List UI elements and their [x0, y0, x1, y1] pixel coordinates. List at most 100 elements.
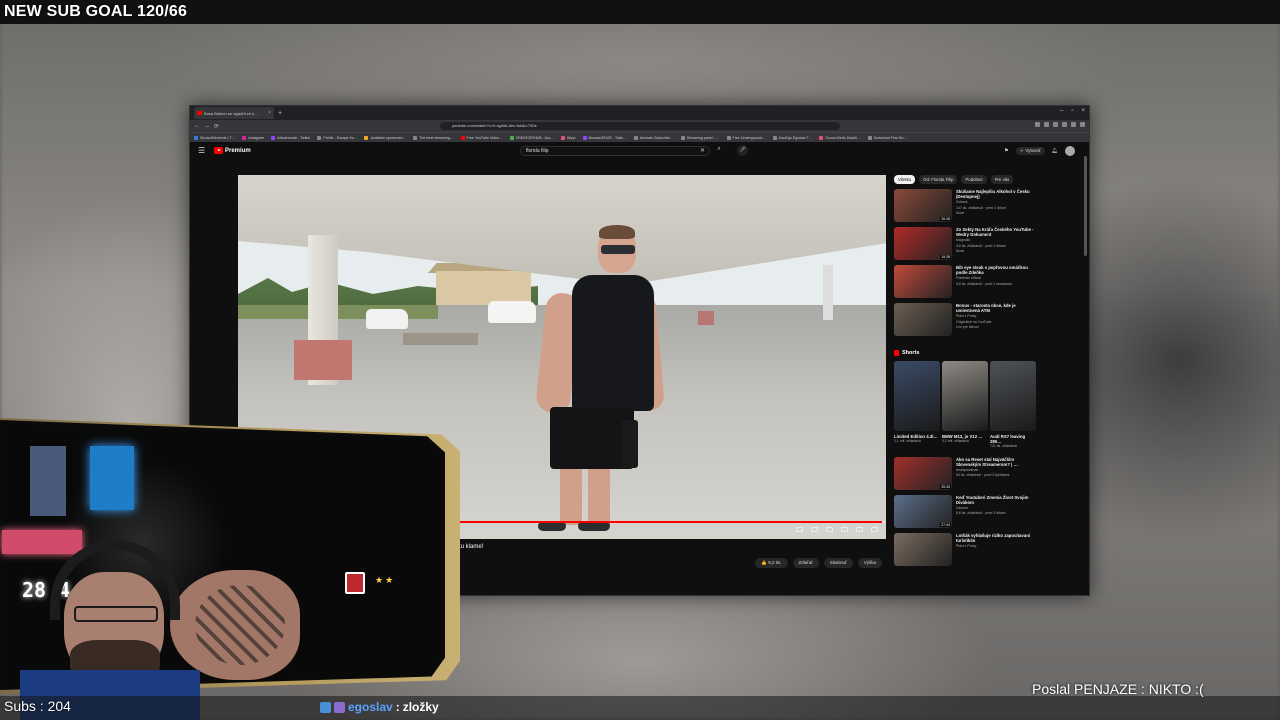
bookmark-item[interactable]: Animate Subscribe… — [634, 136, 674, 140]
subtitles-icon[interactable] — [811, 527, 818, 532]
video-thumbnail[interactable]: 26:28 — [894, 189, 952, 222]
notifications-bell-icon[interactable]: 🔔︎ — [1052, 148, 1058, 154]
minimize-button[interactable]: – — [1060, 108, 1063, 114]
url-input[interactable]: youtube.com/watch?v=0-sgliIAL&ts=tsk&t=7… — [440, 122, 840, 130]
streamer-glasses — [74, 606, 158, 622]
bookmark-item[interactable]: Sound Alerts Dashb… — [819, 136, 860, 140]
youtube-logo[interactable]: Premium — [214, 147, 251, 154]
bookmark-item[interactable]: Download Free Bo… — [868, 136, 907, 140]
microphone-icon[interactable]: 🎤︎ — [737, 145, 748, 156]
video-thumbnail[interactable]: 19:28 — [894, 227, 952, 260]
tab-close-icon[interactable]: × — [268, 110, 271, 116]
recommendation-item[interactable]: 27:44 Keď Youtuberi Zmenia Život Svojim D… — [894, 494, 1044, 528]
recommendation-title[interactable]: Ako sa Reset stal Najväčším Slovenským S… — [956, 457, 1036, 467]
account-avatar[interactable] — [1065, 146, 1075, 156]
recommendation-title[interactable]: Bib eye steak s pepřovou omáčkou podle Z… — [956, 265, 1036, 275]
bookmark-item[interactable]: Profile - Escape fro… — [317, 136, 357, 140]
recommendation-item[interactable]: Bonus - starosta obce, kde je umiestnená… — [894, 303, 1044, 336]
page-scrollbar[interactable] — [1084, 156, 1087, 256]
channel-name[interactable]: Magnolik — [956, 238, 1036, 243]
channel-name[interactable]: resetprovenan — [956, 468, 1036, 473]
video-progress-bar[interactable] — [448, 521, 886, 523]
bookmark-item[interactable]: Bánp — [561, 136, 575, 140]
autoplay-toggle-icon[interactable] — [796, 527, 803, 532]
bookmark-item[interactable]: Available sponsorsh… — [364, 136, 406, 140]
video-frame-bench — [403, 333, 478, 345]
filter-chip[interactable]: Od: Florida Filip — [919, 175, 958, 184]
video-action-button[interactable]: Výška — [857, 558, 882, 568]
view-stats: 3,6 tis. zhliadnutí · pred 3 dňami — [956, 243, 1006, 248]
recommendation-title[interactable]: Skúšame Najlepšiu Alkohol v Česku (Destu… — [956, 189, 1036, 199]
bookmark-item[interactable]: BrowserEDGE - Twitc… — [583, 136, 627, 140]
extension-icon[interactable] — [1071, 122, 1076, 127]
channel-name[interactable]: Plácl z Prahy — [956, 544, 1036, 549]
filter-chip[interactable]: Všetko — [894, 175, 916, 184]
short-title[interactable]: Audi RS7 leaving 280… — [990, 434, 1036, 444]
recommendation-item[interactable]: 26:28 Skúšame Najlepšiu Alkohol v Česku (… — [894, 189, 1044, 222]
subs-counter: Subs : 204 — [4, 698, 71, 714]
search-icon[interactable]: ⌕ — [713, 146, 725, 156]
video-thumbnail[interactable]: 25:43 — [894, 456, 952, 490]
extension-icon[interactable] — [1053, 122, 1058, 127]
filter-chip[interactable]: Pre vás — [990, 175, 1014, 184]
bookmark-item[interactable]: Free Underground… — [727, 136, 766, 140]
filter-chip[interactable]: Podobné — [961, 175, 987, 184]
channel-name[interactable]: Pobierán official — [956, 276, 1036, 281]
cast-icon[interactable]: ⚑ — [1004, 148, 1008, 154]
settings-icon[interactable] — [826, 527, 833, 532]
bookmark-item[interactable]: CREATOR/HUB - Acc… — [510, 136, 554, 140]
extension-icon[interactable] — [1062, 122, 1067, 127]
video-thumbnail[interactable]: 27:44 — [894, 494, 952, 528]
video-action-button[interactable]: Stiahnuť — [823, 558, 853, 568]
recommendation-list: 26:28 Skúšame Najlepšiu Alkohol v Česku (… — [894, 189, 1044, 336]
close-window-button[interactable]: × — [1081, 108, 1085, 114]
bookmark-item[interactable]: StreamElements | T… — [194, 136, 235, 140]
status-badge: Nové — [956, 211, 965, 215]
recommendation-title[interactable]: Keď Youtuberi Zmenia Život Svojim Diváko… — [956, 495, 1036, 505]
bookmark-item[interactable]: Instagram — [242, 136, 264, 140]
bookmark-item[interactable]: The best streaming… — [413, 136, 453, 140]
miniplayer-icon[interactable] — [841, 527, 848, 532]
recommendation-title[interactable]: Lotšák vyhlašuje riziko zapocítavani tur… — [956, 533, 1036, 543]
video-thumbnail[interactable] — [894, 532, 952, 566]
recommendation-title[interactable]: Zo Sekty Na Kráľa Českého YouTube - Wedr… — [956, 227, 1036, 237]
channel-name[interactable]: Zuback — [956, 200, 1036, 205]
fullscreen-icon[interactable] — [871, 527, 878, 532]
bookmark-item[interactable]: Streaming panel - … — [681, 136, 720, 140]
short-thumbnail[interactable] — [990, 361, 1036, 431]
maximize-button[interactable]: ▫ — [1071, 108, 1073, 114]
browser-menu-icon[interactable] — [1080, 122, 1085, 127]
new-tab-button[interactable]: + — [278, 110, 282, 117]
channel-name[interactable]: Dzoove — [956, 506, 1036, 511]
recommendation-title[interactable]: Bonus - starosta obce, kde je umiestnená… — [956, 303, 1036, 313]
chat-username: egoslav — [348, 700, 393, 714]
recommendation-item[interactable]: Bib eye steak s pepřovou omáčkou podle Z… — [894, 265, 1044, 298]
extension-icon[interactable] — [1044, 122, 1049, 127]
clear-search-icon[interactable]: ✕ — [700, 147, 705, 154]
recommendation-item[interactable]: 19:28 Zo Sekty Na Kráľa Českého YouTube -… — [894, 227, 1044, 260]
video-thumbnail[interactable] — [894, 303, 952, 336]
bookmark-item[interactable]: leitoderonde - Twitch — [271, 136, 310, 140]
channel-name[interactable]: Plácl z Prahy — [956, 314, 1036, 319]
search-input[interactable]: florida filip ✕ — [520, 146, 710, 156]
bookmark-item[interactable]: AlcoEgo Egoslav T… — [773, 136, 813, 140]
video-action-button[interactable]: Zdieľať — [792, 558, 819, 568]
reload-button[interactable]: ⟳ — [214, 123, 219, 130]
tab-youtube[interactable]: Bosa Boblon se vyjadril ze k… × — [194, 107, 274, 119]
video-thumbnail[interactable] — [894, 265, 952, 298]
video-frame-car — [366, 309, 408, 329]
video-action-button[interactable]: 👍 9,2 tis. — [755, 558, 788, 568]
short-thumbnail[interactable] — [942, 361, 988, 431]
theater-mode-icon[interactable] — [856, 527, 863, 532]
bookmark-item[interactable]: Free YouTube Video… — [461, 136, 503, 140]
recommendation-item[interactable]: Lotšák vyhlašuje riziko zapocítavani tur… — [894, 532, 1044, 566]
short-thumbnail[interactable] — [894, 361, 940, 431]
recommendation-item[interactable]: 25:43 Ako sa Reset stal Najväčším Slovens… — [894, 456, 1044, 490]
back-button[interactable]: ← — [194, 123, 200, 129]
forward-button[interactable]: → — [204, 123, 210, 129]
create-button[interactable]: ＋ Vytvoriť — [1015, 147, 1045, 155]
recommendation-meta: Skúšame Najlepšiu Alkohol v Česku (Destu… — [956, 189, 1036, 222]
short-caption: Audi RS7 leaving 280… 721 tis. zhliadnutí — [990, 434, 1036, 449]
hamburger-menu-icon[interactable]: ☰ — [198, 146, 205, 155]
extension-icon[interactable] — [1035, 122, 1040, 127]
